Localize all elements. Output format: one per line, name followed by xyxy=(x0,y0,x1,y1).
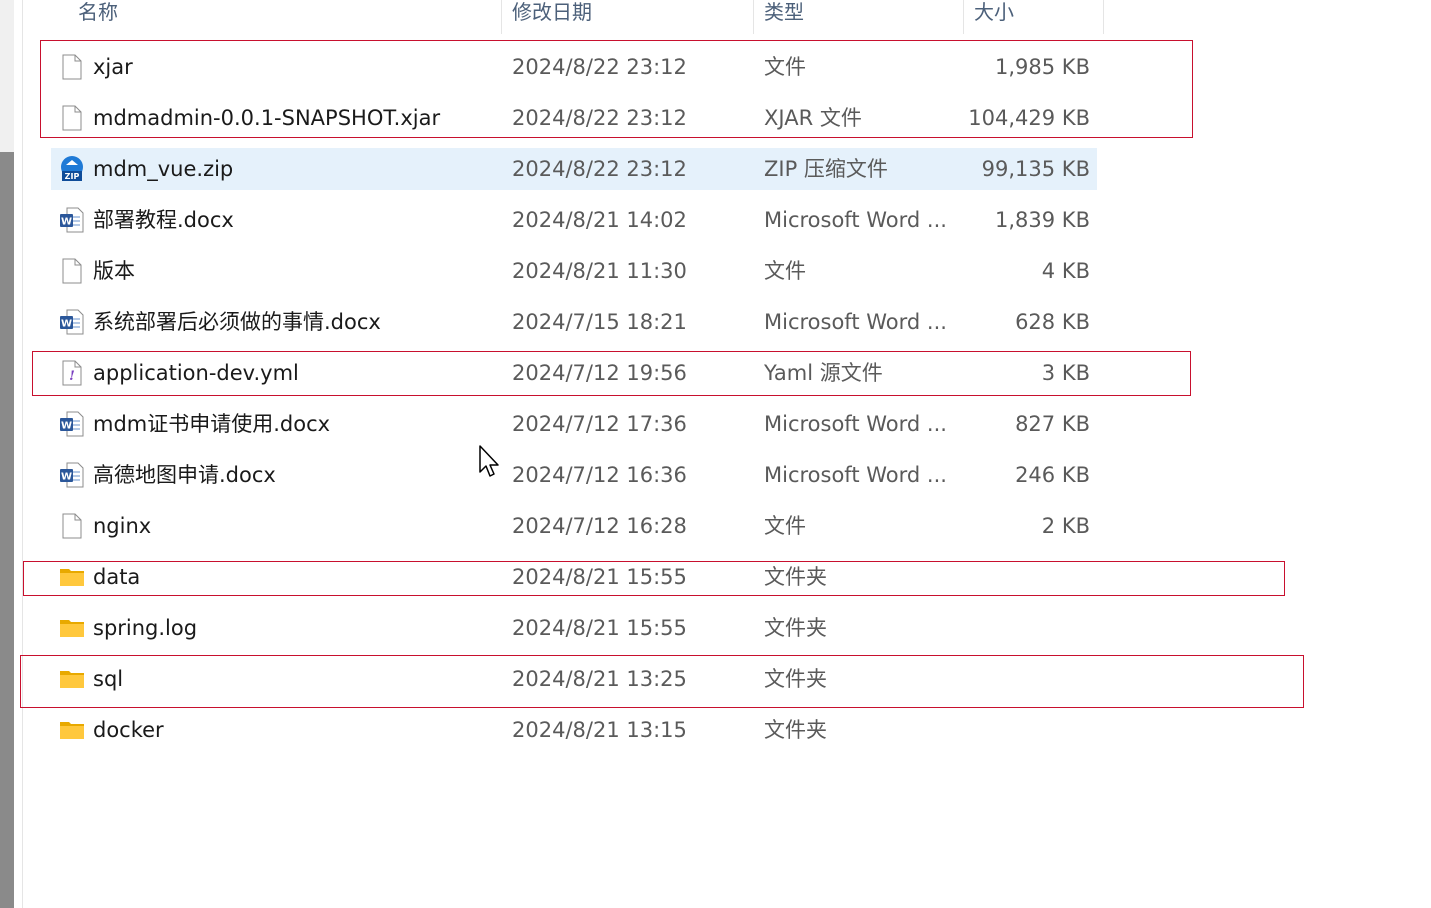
file-icon xyxy=(59,54,85,80)
file-name: spring.log xyxy=(93,616,198,640)
file-type: Microsoft Word ... xyxy=(764,310,947,334)
file-date: 2024/7/12 17:36 xyxy=(512,412,687,436)
file-type: Yaml 源文件 xyxy=(764,361,883,385)
folder-icon xyxy=(59,615,85,641)
file-date: 2024/8/21 15:55 xyxy=(512,565,687,589)
file-size: 3 KB xyxy=(1041,361,1090,385)
file-name: 版本 xyxy=(93,259,135,283)
file-row[interactable]: ZIP mdm_vue.zip 2024/8/22 23:12 ZIP 压缩文件 99,… xyxy=(51,148,1097,190)
word-icon: W xyxy=(59,411,85,437)
file-icon xyxy=(59,105,85,131)
svg-text:W: W xyxy=(61,217,72,228)
yaml-icon: ! xyxy=(59,360,85,386)
svg-text:W: W xyxy=(61,319,72,330)
file-size: 4 KB xyxy=(1041,259,1090,283)
file-size: 99,135 KB xyxy=(981,157,1090,181)
column-header-date[interactable]: 修改日期 xyxy=(502,0,754,34)
file-type: Microsoft Word ... xyxy=(764,412,947,436)
file-date: 2024/8/22 23:12 xyxy=(512,157,687,181)
file-type: 文件 xyxy=(764,514,806,538)
file-date: 2024/8/22 23:12 xyxy=(512,106,687,130)
file-row[interactable]: nginx 2024/7/12 16:28 文件 2 KB xyxy=(51,505,1097,547)
file-row[interactable]: data 2024/8/21 15:55 文件夹 xyxy=(51,556,1097,598)
svg-text:W: W xyxy=(61,472,72,483)
file-row[interactable]: docker 2024/8/21 13:15 文件夹 xyxy=(51,709,1097,751)
file-name: application-dev.yml xyxy=(93,361,299,385)
file-size: 104,429 KB xyxy=(968,106,1090,130)
word-icon: W xyxy=(59,309,85,335)
file-size: 1,839 KB xyxy=(995,208,1090,232)
file-size: 827 KB xyxy=(1015,412,1090,436)
file-size: 1,985 KB xyxy=(995,55,1090,79)
file-row[interactable]: W 部署教程.docx 2024/8/21 14:02 Microsoft Word … xyxy=(51,199,1097,241)
file-row[interactable]: ! application-dev.yml 2024/7/12 19:56 Yaml … xyxy=(51,352,1097,394)
file-date: 2024/7/12 16:36 xyxy=(512,463,687,487)
file-row[interactable]: W 系统部署后必须做的事情.docx 2024/7/15 18:21 Microsof… xyxy=(51,301,1097,343)
mouse-cursor-icon xyxy=(479,445,499,477)
file-row[interactable]: W 高德地图申请.docx 2024/7/12 16:36 Microsoft Wor… xyxy=(51,454,1097,496)
folder-icon xyxy=(59,666,85,692)
file-size: 2 KB xyxy=(1041,514,1090,538)
file-name: sql xyxy=(93,667,124,691)
file-type: 文件夹 xyxy=(764,616,827,640)
file-row[interactable]: sql 2024/8/21 13:25 文件夹 xyxy=(51,658,1097,700)
file-type: Microsoft Word ... xyxy=(764,208,947,232)
svg-text:W: W xyxy=(61,421,72,432)
file-date: 2024/7/12 16:28 xyxy=(512,514,687,538)
file-name: mdm_vue.zip xyxy=(93,157,234,181)
file-date: 2024/7/15 18:21 xyxy=(512,310,687,334)
file-type: 文件夹 xyxy=(764,667,827,691)
folder-icon xyxy=(59,717,85,743)
file-name: xjar xyxy=(93,55,133,79)
file-name: mdm证书申请使用.docx xyxy=(93,412,331,436)
file-name: nginx xyxy=(93,514,152,538)
file-date: 2024/8/21 13:15 xyxy=(512,718,687,742)
folder-icon xyxy=(59,564,85,590)
file-row[interactable]: spring.log 2024/8/21 15:55 文件夹 xyxy=(51,607,1097,649)
column-header-type[interactable]: 类型 xyxy=(754,0,964,34)
word-icon: W xyxy=(59,207,85,233)
column-header-size[interactable]: 大小 xyxy=(964,0,1104,34)
file-type: 文件 xyxy=(764,55,806,79)
file-date: 2024/8/21 13:25 xyxy=(512,667,687,691)
file-name: docker xyxy=(93,718,164,742)
file-row[interactable]: xjar 2024/8/22 23:12 文件 1,985 KB xyxy=(51,46,1097,88)
column-header-name[interactable]: 名称 xyxy=(68,0,502,34)
file-name: 高德地图申请.docx xyxy=(93,463,276,487)
file-type: XJAR 文件 xyxy=(764,106,862,130)
file-type: Microsoft Word ... xyxy=(764,463,947,487)
vertical-scrollbar[interactable] xyxy=(0,0,14,908)
file-type: 文件 xyxy=(764,259,806,283)
svg-text:ZIP: ZIP xyxy=(65,172,80,181)
file-row[interactable]: mdmadmin-0.0.1-SNAPSHOT.xjar 2024/8/22 23… xyxy=(51,97,1097,139)
file-type: 文件夹 xyxy=(764,565,827,589)
file-name: 系统部署后必须做的事情.docx xyxy=(93,310,381,334)
file-icon xyxy=(59,513,85,539)
file-size: 246 KB xyxy=(1015,463,1090,487)
file-date: 2024/7/12 19:56 xyxy=(512,361,687,385)
file-icon xyxy=(59,258,85,284)
file-date: 2024/8/21 11:30 xyxy=(512,259,687,283)
file-date: 2024/8/22 23:12 xyxy=(512,55,687,79)
file-size: 628 KB xyxy=(1015,310,1090,334)
file-name: 部署教程.docx xyxy=(93,208,234,232)
file-name: mdmadmin-0.0.1-SNAPSHOT.xjar xyxy=(93,106,441,130)
column-header: 名称 修改日期 类型 大小 xyxy=(22,0,1104,34)
file-row[interactable]: Wmdm证书申请使用.docx 2024/7/12 17:36 Microsoft … xyxy=(51,403,1097,445)
zip-icon: ZIP xyxy=(59,156,85,182)
file-date: 2024/8/21 15:55 xyxy=(512,616,687,640)
word-icon: W xyxy=(59,462,85,488)
scrollbar-thumb[interactable] xyxy=(0,152,14,908)
file-type: 文件夹 xyxy=(764,718,827,742)
file-date: 2024/8/21 14:02 xyxy=(512,208,687,232)
file-type: ZIP 压缩文件 xyxy=(764,157,888,181)
file-name: data xyxy=(93,565,141,589)
svg-text:!: ! xyxy=(69,369,75,384)
file-row[interactable]: 版本 2024/8/21 11:30 文件 4 KB xyxy=(51,250,1097,292)
